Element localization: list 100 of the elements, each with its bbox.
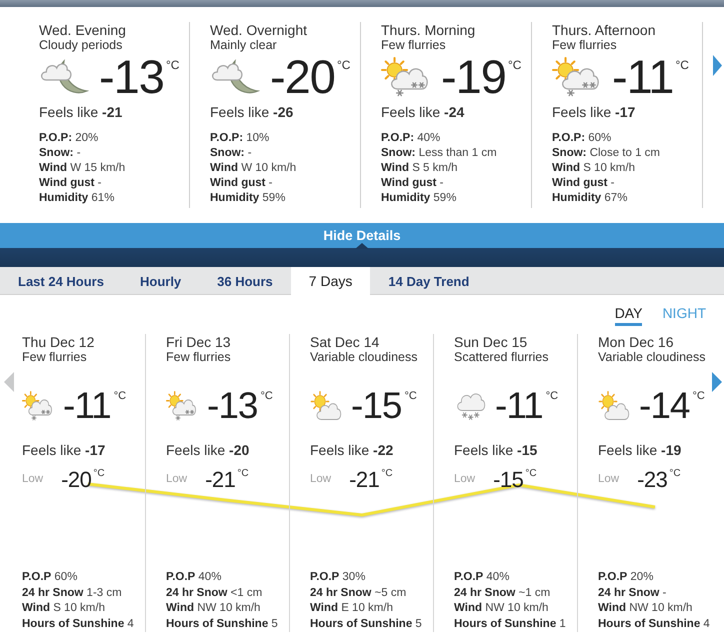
- low-temperature: -21: [349, 468, 380, 492]
- low-label: Low: [22, 472, 44, 486]
- detail-line: Humidity 67%: [552, 191, 628, 206]
- detail-line: P.O.P 60%: [22, 570, 78, 585]
- condition-text: Scattered flurries: [454, 350, 550, 365]
- feels-like-text: Feels like -24: [381, 104, 466, 120]
- temperature-unit: °C: [93, 468, 105, 480]
- temperature-unit: °C: [381, 468, 393, 480]
- temperature-unit: °C: [525, 468, 537, 480]
- detail-line: Wind S 10 km/h: [552, 161, 636, 176]
- sun-cloud-snow-icon: [381, 57, 431, 97]
- detail-line: Wind NW 10 km/h: [166, 601, 262, 616]
- temperature-value: -13: [99, 54, 164, 100]
- low-temperature: -15: [493, 468, 524, 492]
- detail-line: P.O.P: 10%: [210, 131, 270, 146]
- detail-line: Wind gust -: [381, 176, 444, 191]
- period-title: Wed. Overnight: [210, 22, 308, 38]
- temperature-value: -13: [207, 386, 258, 426]
- detail-line: P.O.P 40%: [454, 570, 510, 585]
- day-title: Mon Dec 16: [598, 334, 674, 350]
- feels-like-text: Feels like -26: [210, 104, 294, 120]
- detail-line: P.O.P 20%: [598, 570, 654, 585]
- detail-line: P.O.P: 40%: [381, 131, 442, 146]
- low-label: Low: [454, 472, 476, 486]
- detail-line: Wind gust -: [39, 176, 102, 191]
- period-title: Thurs. Afternoon: [552, 22, 657, 38]
- condition-text: Variable cloudiness: [598, 350, 706, 365]
- low-temperature: -21: [205, 468, 236, 492]
- low-label: Low: [310, 472, 332, 486]
- detail-line: Humidity 61%: [39, 191, 116, 206]
- condition-text: Few flurries: [166, 350, 232, 365]
- detail-line: Wind gust -: [210, 176, 274, 191]
- detail-line: Hours of Sunshine 4: [598, 616, 711, 632]
- low-temperature: -20: [61, 468, 92, 492]
- detail-line: Snow: Close to 1 cm: [552, 146, 661, 161]
- next-arrow-icon[interactable]: [712, 372, 722, 392]
- condition-text: Variable cloudiness: [310, 350, 418, 365]
- detail-line: Wind NW 10 km/h: [454, 601, 550, 616]
- condition-text: Few flurries: [552, 38, 618, 53]
- detail-line: Snow: Less than 1 cm: [381, 146, 498, 161]
- detail-line: P.O.P 30%: [310, 570, 366, 585]
- temperature-value: -19: [441, 54, 506, 100]
- detail-line: Hours of Sunshine 4: [22, 616, 135, 632]
- detail-line: Humidity 59%: [210, 191, 286, 206]
- detail-line: Wind S 5 km/h: [381, 161, 459, 176]
- low-label: Low: [598, 472, 620, 486]
- detail-line: P.O.P 40%: [166, 570, 222, 585]
- detail-line: Humidity 59%: [381, 191, 458, 206]
- detail-line: 24 hr Snow <1 cm: [166, 586, 264, 600]
- pointer-notch-icon: [355, 243, 369, 249]
- condition-text: Cloudy periods: [39, 38, 124, 53]
- tab[interactable]: Last 24 Hours: [0, 267, 122, 295]
- tab[interactable]: 36 Hours: [199, 267, 291, 295]
- feels-like-text: Feels like -19: [598, 442, 682, 458]
- temperature-unit: °C: [675, 59, 689, 71]
- day-title: Sun Dec 15: [454, 334, 528, 350]
- sun-cloud-snow-icon: [552, 57, 602, 97]
- detail-line: Wind S 10 km/h: [22, 601, 106, 616]
- temperature-value: -11: [612, 54, 674, 100]
- temperature-unit: °C: [336, 59, 350, 71]
- feels-like-text: Feels like -17: [552, 104, 636, 120]
- condition-text: Few flurries: [22, 350, 88, 365]
- period-title: Wed. Evening: [39, 22, 127, 38]
- detail-line: Snow: -: [39, 146, 82, 161]
- sun-cloud-snow-icon: [22, 391, 54, 421]
- temperature-unit: °C: [546, 390, 558, 402]
- detail-line: Wind W 15 km/h: [39, 161, 126, 176]
- temperature-unit: °C: [166, 59, 180, 71]
- feels-like-text: Feels like -15: [454, 442, 538, 458]
- sun-cloud-icon: [310, 391, 342, 421]
- detail-line: Wind NW 10 km/h: [598, 601, 694, 616]
- temperature-value: -11: [495, 386, 543, 426]
- detail-line: P.O.P: 60%: [552, 131, 612, 146]
- day-title: Thu Dec 12: [22, 334, 96, 350]
- temperature-unit: °C: [508, 59, 522, 71]
- detail-line: Hours of Sunshine 5: [166, 616, 279, 632]
- sun-cloud-snow-icon: [166, 391, 198, 421]
- low-label: Low: [166, 472, 188, 486]
- period-title: Thurs. Morning: [381, 22, 476, 38]
- day-night-toggle[interactable]: DAY: [614, 305, 642, 326]
- tab[interactable]: 7 Days: [290, 267, 370, 295]
- detail-line: Hours of Sunshine 1: [454, 616, 567, 632]
- tab[interactable]: 14 Day Trend: [370, 267, 488, 295]
- detail-line: Wind E 10 km/h: [310, 601, 394, 616]
- tab[interactable]: Hourly: [122, 267, 200, 295]
- temperature-unit: °C: [260, 390, 273, 402]
- low-temperature: -23: [637, 468, 668, 492]
- temperature-value: -15: [351, 386, 402, 426]
- feels-like-text: Feels like -17: [22, 442, 106, 458]
- temperature-unit: °C: [669, 468, 681, 480]
- feels-like-text: Feels like -20: [166, 442, 250, 458]
- temperature-value: -11: [63, 386, 111, 426]
- detail-line: 24 hr Snow -: [598, 586, 668, 600]
- detail-line: Snow: -: [210, 146, 253, 161]
- day-title: Sat Dec 14: [310, 334, 380, 350]
- sun-cloud-icon: [598, 391, 630, 421]
- feels-like-text: Feels like -21: [39, 104, 124, 120]
- next-arrow-icon[interactable]: [713, 55, 722, 76]
- temperature-unit: °C: [692, 390, 705, 402]
- detail-line: 24 hr Snow 1-3 cm: [22, 586, 123, 600]
